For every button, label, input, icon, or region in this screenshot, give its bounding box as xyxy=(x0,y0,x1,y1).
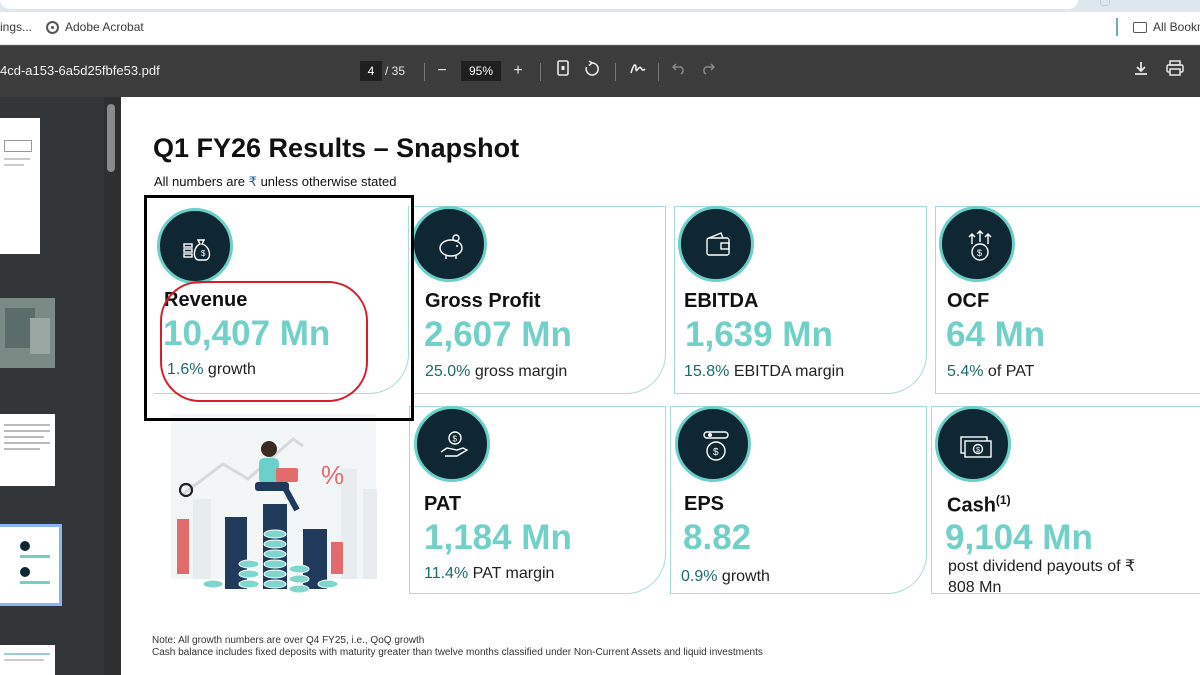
print-icon xyxy=(1166,60,1184,76)
metric-subtext: 0.9% growth xyxy=(681,568,770,585)
fit-page-icon xyxy=(557,60,569,76)
metric-value: 1,184 Mn xyxy=(424,518,572,557)
hand-coin-icon: $ xyxy=(414,406,490,482)
undo-button[interactable] xyxy=(668,60,690,82)
svg-text:%: % xyxy=(321,460,344,490)
zoom-in-button[interactable]: + xyxy=(507,60,529,82)
metric-card-ocf: $ OCF 64 Mn 5.4% of PAT xyxy=(935,206,1200,394)
page-number-input[interactable]: 4 xyxy=(360,61,382,81)
print-button[interactable] xyxy=(1164,60,1186,82)
metric-subtext: post dividend payouts of ₹ 808 Mn xyxy=(948,558,1136,596)
folder-icon xyxy=(1133,21,1147,33)
slide-title: Q1 FY26 Results – Snapshot xyxy=(153,133,520,163)
slide-subtitle: All numbers are ₹ unless otherwise state… xyxy=(154,174,397,189)
metric-subtext: 15.8% EBITDA margin xyxy=(684,363,845,380)
undo-icon xyxy=(671,63,684,75)
page-thumbnail-selected[interactable] xyxy=(0,524,62,606)
thumbnail-sidebar xyxy=(0,97,104,675)
metric-label: EBITDA xyxy=(684,290,759,312)
metric-value: 1,639 Mn xyxy=(685,315,833,354)
zoom-input[interactable]: 95% xyxy=(461,61,501,81)
footnote: Cash balance includes fixed deposits wit… xyxy=(152,647,763,658)
bookmarks-separator xyxy=(1116,18,1118,36)
cash-notes-icon: $ xyxy=(935,406,1011,482)
metric-label: PAT xyxy=(424,493,462,515)
metric-subtext: 25.0% gross margin xyxy=(425,363,568,380)
coin-slider-icon: $ xyxy=(675,406,751,482)
red-highlight-oval xyxy=(160,281,368,402)
bookmarks-bar: ings... Adobe Acrobat All Bookm xyxy=(0,12,1200,45)
rotate-icon xyxy=(585,60,599,76)
metric-value: 9,104 Mn xyxy=(945,518,1093,557)
signature-icon xyxy=(630,64,646,74)
sidebar-scrollbar-thumb[interactable] xyxy=(107,104,115,172)
rotate-button[interactable] xyxy=(581,60,603,82)
metric-card-cash: $ Cash(1) 9,104 Mn post dividend payouts… xyxy=(931,406,1200,596)
wallet-icon xyxy=(678,206,754,282)
pdf-toolbar: 4cd-a153-6a5d25fbfe53.pdf 4 / 35 − 95% + xyxy=(0,46,1200,97)
metric-value: 2,607 Mn xyxy=(424,315,572,354)
toolbar-divider xyxy=(658,63,659,81)
extension-icon[interactable] xyxy=(1100,0,1110,6)
metric-card-pat: $ PAT 1,184 Mn 11.4% PAT margin xyxy=(409,406,666,594)
toolbar-divider xyxy=(540,63,541,81)
metric-card-gross-profit: Gross Profit 2,607 Mn 25.0% gross margin xyxy=(411,206,666,394)
bookmark-label: ings... xyxy=(0,20,33,34)
sidebar-scrollbar[interactable] xyxy=(104,97,121,675)
metric-label: EPS xyxy=(684,493,725,515)
address-bar[interactable] xyxy=(0,0,1200,12)
analyst-illustration: % xyxy=(171,414,377,594)
piggy-bank-icon xyxy=(411,206,487,282)
page-thumbnail[interactable] xyxy=(0,118,40,254)
growth-arrows-icon: $ xyxy=(939,206,1015,282)
zoom-out-button[interactable]: − xyxy=(431,60,453,82)
bookmark-item[interactable]: ings... xyxy=(0,20,32,34)
metric-label: Gross Profit xyxy=(425,290,541,312)
page-thumbnail[interactable] xyxy=(0,645,55,675)
redo-button[interactable] xyxy=(697,60,719,82)
page-thumbnail[interactable] xyxy=(0,298,55,368)
svg-text:$: $ xyxy=(713,447,719,458)
metric-value: 8.82 xyxy=(683,518,752,557)
bookmark-label: Adobe Acrobat xyxy=(65,20,144,34)
metric-label: OCF xyxy=(947,290,990,312)
metric-card-ebitda: EBITDA 1,639 Mn 15.8% EBITDA margin xyxy=(674,206,927,394)
pdf-filename: 4cd-a153-6a5d25fbfe53.pdf xyxy=(0,63,160,78)
bookmark-adobe-acrobat[interactable]: Adobe Acrobat xyxy=(46,20,144,34)
toolbar-divider xyxy=(615,63,616,81)
metric-card-eps: $ EPS 8.82 0.9% growth xyxy=(670,406,927,594)
metric-subtext: 5.4% of PAT xyxy=(947,363,1035,380)
globe-icon xyxy=(46,20,59,34)
metric-value: 64 Mn xyxy=(946,315,1046,354)
metric-label: Cash(1) xyxy=(947,493,1011,517)
svg-text:$: $ xyxy=(976,447,980,454)
metric-subtext: 11.4% PAT margin xyxy=(424,565,555,582)
svg-text:$: $ xyxy=(453,435,458,444)
svg-text:$: $ xyxy=(977,248,982,258)
footnotes: Note: All growth numbers are over Q4 FY2… xyxy=(152,635,763,659)
all-bookmarks-button[interactable]: All Bookm xyxy=(1133,20,1200,34)
fit-page-button[interactable] xyxy=(552,60,574,82)
url-field[interactable] xyxy=(0,0,1078,9)
page-thumbnail[interactable] xyxy=(0,414,55,486)
toolbar-divider xyxy=(424,63,425,81)
redo-icon xyxy=(703,63,716,75)
footnote: Note: All growth numbers are over Q4 FY2… xyxy=(152,635,425,646)
draw-button[interactable] xyxy=(627,60,649,82)
download-icon xyxy=(1135,62,1147,75)
page-total: / 35 xyxy=(385,64,406,78)
bookmark-label: All Bookm xyxy=(1153,20,1200,34)
download-button[interactable] xyxy=(1130,60,1152,82)
